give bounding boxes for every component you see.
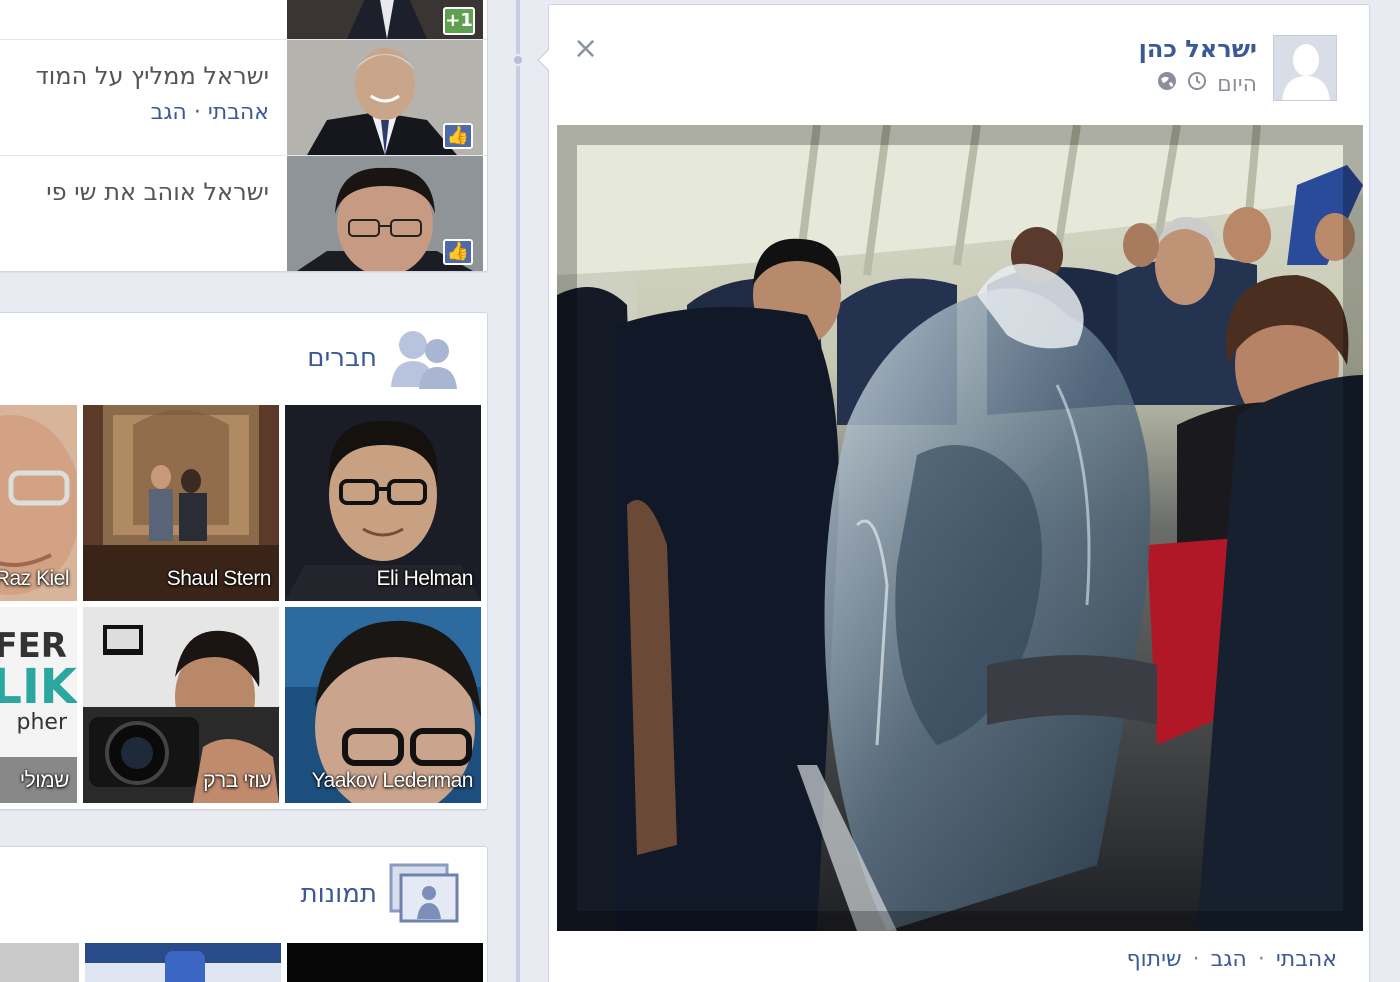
friend-tile[interactable]: Raz Kiel — [0, 405, 77, 601]
friends-icon[interactable] — [389, 327, 459, 389]
activity-row[interactable]: +1 — [0, 0, 487, 39]
timeline-dot — [512, 54, 524, 66]
photo-thumbnail[interactable] — [287, 943, 483, 982]
activity-thumbnail[interactable]: +1 — [287, 0, 483, 39]
close-icon[interactable]: × — [573, 31, 598, 66]
like-link[interactable]: אהבתי — [208, 100, 269, 125]
photos-title[interactable]: תמונות — [301, 879, 377, 909]
activity-text: ישראל ממליץ על המוד — [35, 62, 269, 90]
post-meta: היום — [1157, 71, 1257, 97]
add-friend-icon: +1 — [443, 7, 475, 35]
activity-text: ישראל אוהב את שי פי — [46, 178, 269, 206]
post-photo[interactable] — [557, 125, 1363, 931]
comment-link[interactable]: הגב — [151, 100, 187, 125]
photo-thumbnail[interactable] — [0, 943, 79, 982]
logo-text: LIK — [0, 659, 77, 715]
photo-thumbnail[interactable] — [85, 943, 281, 982]
friends-title[interactable]: חברים — [307, 343, 377, 373]
friend-name: עוזי ברק — [203, 769, 271, 792]
share-link[interactable]: שיתוף — [1127, 947, 1182, 972]
photos-icon[interactable] — [389, 863, 459, 925]
photos-card: תמונות — [0, 846, 488, 982]
friends-card: חברים Eli Helman Shaul Stern Raz Kiel Ya… — [0, 312, 488, 810]
author-name[interactable]: ישראל כהן — [1139, 35, 1257, 63]
friend-tile[interactable]: עוזי ברק — [83, 607, 279, 803]
post-card: × ישראל כהן היום אהבתי · הגב · שיתוף — [548, 4, 1370, 982]
author-avatar[interactable] — [1273, 35, 1337, 101]
activity-thumbnail[interactable]: 👍 — [287, 40, 483, 155]
post-actions: אהבתי · הגב · שיתוף — [1127, 947, 1337, 972]
activity-row[interactable]: 👍 ישראל אוהב את שי פי — [0, 155, 487, 271]
friend-tile[interactable]: Yaakov Lederman — [285, 607, 481, 803]
separator-dot: · — [1192, 947, 1200, 972]
friend-name: Shaul Stern — [166, 567, 272, 590]
comment-link[interactable]: הגב — [1211, 947, 1247, 972]
logo-text: pher — [17, 710, 68, 735]
separator-dot: · — [193, 100, 201, 125]
friend-tile[interactable]: FER LIK pher שמולי — [0, 607, 77, 803]
separator-dot: · — [1257, 947, 1265, 972]
timeline-line — [516, 0, 520, 982]
thumbs-up-icon: 👍 — [443, 123, 473, 149]
thumbs-up-icon: 👍 — [443, 239, 473, 265]
activity-actions: אהבתי · הגב — [151, 100, 269, 125]
friend-name: שמולי — [19, 769, 70, 792]
recent-activity-card: +1 👍 ישראל ממליץ על המוד אהבתי · הגב 👍 י… — [0, 0, 488, 272]
post-pointer-inner — [539, 49, 550, 71]
like-link[interactable]: אהבתי — [1276, 947, 1337, 972]
friend-name: Eli Helman — [376, 567, 473, 590]
activity-thumbnail[interactable]: 👍 — [287, 156, 483, 271]
post-time[interactable]: היום — [1217, 72, 1257, 97]
friend-tile[interactable]: Shaul Stern — [83, 405, 279, 601]
globe-icon[interactable] — [1157, 71, 1177, 97]
friend-tile[interactable]: Eli Helman — [285, 405, 481, 601]
activity-row[interactable]: 👍 ישראל ממליץ על המוד אהבתי · הגב — [0, 39, 487, 155]
friend-name: Yaakov Lederman — [311, 769, 474, 792]
friend-name: Raz Kiel — [0, 567, 70, 590]
clock-icon — [1187, 71, 1207, 97]
